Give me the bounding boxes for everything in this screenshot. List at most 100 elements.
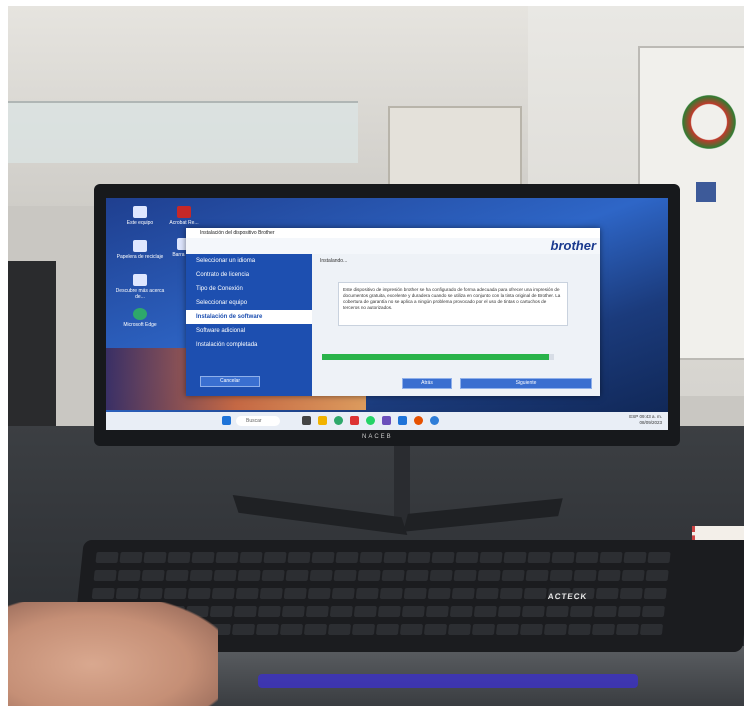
whatsapp-icon[interactable] bbox=[366, 416, 375, 425]
key[interactable] bbox=[639, 624, 664, 635]
key[interactable] bbox=[353, 606, 377, 617]
key[interactable] bbox=[573, 570, 597, 581]
key[interactable] bbox=[285, 570, 309, 581]
key[interactable] bbox=[237, 570, 261, 581]
key[interactable] bbox=[495, 624, 520, 635]
key[interactable] bbox=[167, 552, 191, 563]
key[interactable] bbox=[327, 624, 352, 635]
chrome-icon[interactable] bbox=[350, 416, 359, 425]
key[interactable] bbox=[497, 606, 521, 617]
key[interactable] bbox=[595, 588, 619, 599]
key[interactable] bbox=[331, 588, 355, 599]
key[interactable] bbox=[597, 570, 621, 581]
system-tray[interactable]: ESP 09:43 a. m. 08/09/2023 bbox=[629, 414, 662, 426]
edge-taskbar-icon[interactable] bbox=[334, 416, 343, 425]
key[interactable] bbox=[477, 570, 501, 581]
key[interactable] bbox=[471, 624, 496, 635]
key[interactable] bbox=[643, 588, 667, 599]
key[interactable] bbox=[287, 552, 311, 563]
key[interactable] bbox=[449, 606, 473, 617]
key[interactable] bbox=[309, 570, 333, 581]
key[interactable] bbox=[615, 624, 640, 635]
key[interactable] bbox=[191, 552, 215, 563]
cancel-button[interactable]: Cancelar bbox=[200, 376, 260, 387]
key[interactable] bbox=[333, 570, 357, 581]
app-taskbar-icon[interactable] bbox=[382, 416, 391, 425]
key[interactable] bbox=[407, 552, 431, 563]
key[interactable] bbox=[307, 588, 331, 599]
key[interactable] bbox=[259, 588, 283, 599]
key[interactable] bbox=[261, 570, 285, 581]
key[interactable] bbox=[239, 552, 263, 563]
key[interactable] bbox=[641, 606, 665, 617]
key[interactable] bbox=[527, 552, 551, 563]
key[interactable] bbox=[165, 570, 189, 581]
key[interactable] bbox=[405, 570, 429, 581]
key[interactable] bbox=[647, 552, 671, 563]
desktop-icon-papelera[interactable]: Papelera de reciclaje bbox=[112, 240, 168, 266]
key[interactable] bbox=[375, 624, 400, 635]
key[interactable] bbox=[619, 588, 643, 599]
taskbar-search[interactable]: Buscar bbox=[236, 416, 280, 426]
key[interactable] bbox=[521, 606, 545, 617]
key[interactable] bbox=[429, 570, 453, 581]
key[interactable] bbox=[211, 588, 235, 599]
key[interactable] bbox=[119, 552, 143, 563]
key[interactable] bbox=[351, 624, 376, 635]
key[interactable] bbox=[549, 570, 573, 581]
key[interactable] bbox=[95, 552, 119, 563]
key[interactable] bbox=[575, 552, 599, 563]
key[interactable] bbox=[617, 606, 641, 617]
key[interactable] bbox=[187, 588, 211, 599]
key[interactable] bbox=[143, 552, 167, 563]
key[interactable] bbox=[593, 606, 617, 617]
key[interactable] bbox=[379, 588, 403, 599]
key[interactable] bbox=[455, 552, 479, 563]
key[interactable] bbox=[479, 552, 503, 563]
task-view-icon[interactable] bbox=[302, 416, 311, 425]
key[interactable] bbox=[423, 624, 448, 635]
key[interactable] bbox=[543, 624, 568, 635]
desktop-icon-este-equipo[interactable]: Este equipo bbox=[112, 206, 168, 232]
key[interactable] bbox=[525, 570, 549, 581]
key[interactable] bbox=[233, 606, 257, 617]
start-icon[interactable] bbox=[222, 416, 231, 425]
key[interactable] bbox=[117, 570, 141, 581]
key[interactable] bbox=[303, 624, 328, 635]
key[interactable] bbox=[141, 570, 165, 581]
desktop-icon-acrobat[interactable]: Acrobat Re... bbox=[164, 206, 204, 226]
key[interactable] bbox=[453, 570, 477, 581]
file-explorer-icon[interactable] bbox=[318, 416, 327, 425]
key[interactable] bbox=[235, 588, 259, 599]
key[interactable] bbox=[93, 570, 117, 581]
key[interactable] bbox=[279, 624, 304, 635]
key[interactable] bbox=[329, 606, 353, 617]
key[interactable] bbox=[163, 588, 187, 599]
desktop-icon-descubre[interactable]: Descubre más acerca de... bbox=[112, 274, 168, 300]
key[interactable] bbox=[115, 588, 139, 599]
key[interactable] bbox=[569, 606, 593, 617]
key[interactable] bbox=[281, 606, 305, 617]
next-button[interactable]: Siguiente bbox=[460, 378, 592, 389]
back-button[interactable]: Atrás bbox=[402, 378, 452, 389]
key[interactable] bbox=[599, 552, 623, 563]
key[interactable] bbox=[359, 552, 383, 563]
key[interactable] bbox=[215, 552, 239, 563]
key[interactable] bbox=[501, 570, 525, 581]
key[interactable] bbox=[523, 588, 547, 599]
firefox-icon[interactable] bbox=[414, 416, 423, 425]
key[interactable] bbox=[427, 588, 451, 599]
key[interactable] bbox=[91, 588, 115, 599]
key[interactable] bbox=[431, 552, 455, 563]
key[interactable] bbox=[447, 624, 472, 635]
key[interactable] bbox=[305, 606, 329, 617]
key[interactable] bbox=[475, 588, 499, 599]
key[interactable] bbox=[335, 552, 359, 563]
key[interactable] bbox=[503, 552, 527, 563]
key[interactable] bbox=[355, 588, 379, 599]
key[interactable] bbox=[401, 606, 425, 617]
key[interactable] bbox=[551, 552, 575, 563]
key[interactable] bbox=[257, 606, 281, 617]
store-icon[interactable] bbox=[398, 416, 407, 425]
key[interactable] bbox=[263, 552, 287, 563]
